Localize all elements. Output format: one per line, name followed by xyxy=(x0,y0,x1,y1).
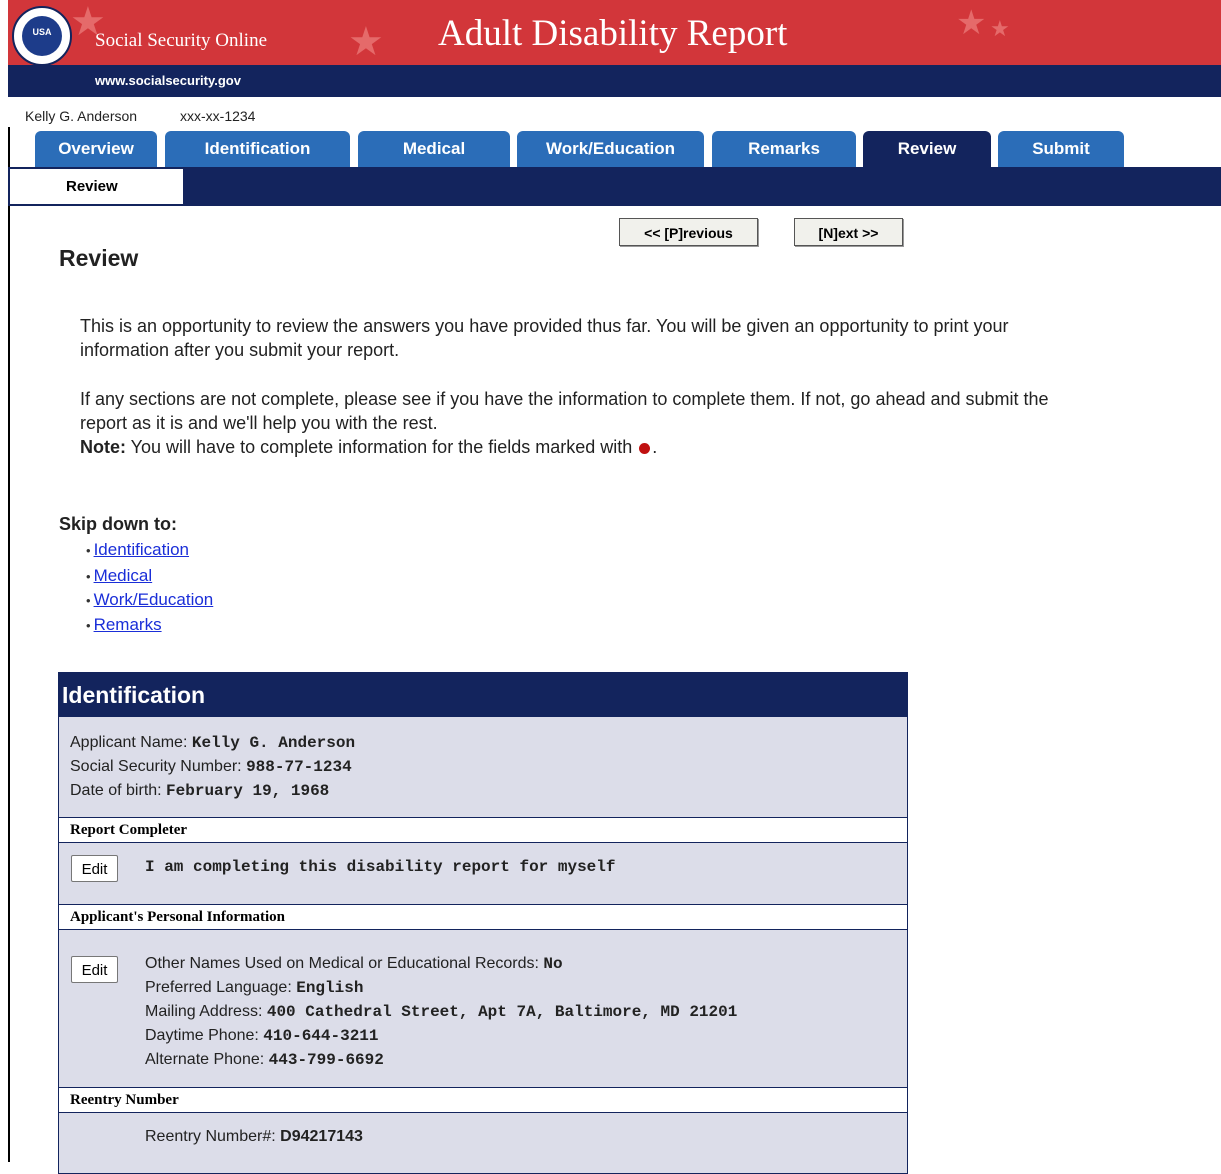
skip-link-identification[interactable]: Identification xyxy=(94,540,189,559)
language-row: Preferred Language: English xyxy=(145,976,737,1000)
daytime-phone-row: Daytime Phone: 410-644-3211 xyxy=(145,1024,737,1048)
applicant-name-row: Applicant Name: Kelly G. Anderson xyxy=(70,731,907,755)
field-label: Social Security Number: xyxy=(70,758,247,775)
ssa-seal-logo[interactable]: USA xyxy=(12,6,72,66)
personal-info-heading: Applicant's Personal Information xyxy=(59,904,907,930)
other-names-row: Other Names Used on Medical or Education… xyxy=(145,952,737,976)
report-completer-value: I am completing this disability report f… xyxy=(145,858,616,876)
note-line: Note: You will have to complete informat… xyxy=(80,435,1080,459)
skip-link-medical[interactable]: Medical xyxy=(94,566,153,585)
star-decoration: ★ xyxy=(348,20,384,64)
list-item: • Remarks xyxy=(86,615,162,635)
field-label: Preferred Language: xyxy=(145,979,297,996)
note-text: You will have to complete information fo… xyxy=(126,437,638,457)
tab-identification[interactable]: Identification xyxy=(165,131,350,167)
language-value: English xyxy=(296,979,364,997)
note-end: . xyxy=(652,437,658,457)
next-button[interactable]: [N]ext >> xyxy=(794,218,903,246)
tab-work-education[interactable]: Work/Education xyxy=(517,131,704,167)
ssn-row: Social Security Number: 988-77-1234 xyxy=(70,755,907,779)
field-label: Applicant Name: xyxy=(70,734,192,751)
field-label: Mailing Address: xyxy=(145,1003,267,1020)
page-border xyxy=(8,127,10,1162)
tab-medical[interactable]: Medical xyxy=(358,131,510,167)
tab-label: Submit xyxy=(1032,139,1090,158)
edit-personal-info-button[interactable]: Edit xyxy=(71,956,118,983)
list-item: • Medical xyxy=(86,566,152,586)
dob-row: Date of birth: February 19, 1968 xyxy=(70,779,907,803)
dob-value: February 19, 1968 xyxy=(166,782,330,800)
alternate-phone-row: Alternate Phone: 443-799-6692 xyxy=(145,1048,737,1072)
seal-text: USA xyxy=(32,27,52,37)
applicant-name-value: Kelly G. Anderson xyxy=(191,734,356,752)
field-label: Date of birth: xyxy=(70,782,167,799)
identification-section: Identification Applicant Name: Kelly G. … xyxy=(58,672,908,1174)
sub-navigation xyxy=(8,167,1221,206)
ssn-value: 988-77-1234 xyxy=(246,758,352,776)
field-label: Alternate Phone: xyxy=(145,1051,269,1068)
intro-paragraph: This is an opportunity to review the ans… xyxy=(80,316,1009,360)
other-names-value: No xyxy=(543,955,563,973)
tab-label: Identification xyxy=(204,139,311,158)
page-title: Adult Disability Report xyxy=(438,13,788,54)
tab-label: Review xyxy=(897,139,957,158)
user-name: Kelly G. Anderson xyxy=(25,108,138,124)
reentry-block: Reentry Number#: D94217143 xyxy=(59,1113,907,1173)
alternate-phone-value: 443-799-6692 xyxy=(268,1051,384,1069)
subnav-item-review[interactable]: Review xyxy=(10,169,183,204)
applicant-summary: Applicant Name: Kelly G. Anderson Social… xyxy=(59,717,907,817)
previous-button[interactable]: << [P]revious xyxy=(619,218,758,246)
list-item: • Identification xyxy=(86,540,189,560)
skip-link-work-education[interactable]: Work/Education xyxy=(94,590,214,609)
tab-remarks[interactable]: Remarks xyxy=(712,131,856,167)
section-heading: Review xyxy=(59,245,139,271)
user-ssn: xxx-xx-1234 xyxy=(180,108,256,124)
bullet-icon: • xyxy=(86,593,91,608)
edit-report-completer-button[interactable]: Edit xyxy=(71,855,118,882)
tab-review[interactable]: Review xyxy=(863,131,991,167)
identification-heading: Identification xyxy=(59,673,907,717)
brand-name[interactable]: Social Security Online xyxy=(95,30,267,52)
personal-info-block: Edit Other Names Used on Medical or Educ… xyxy=(59,930,907,1087)
report-completer-heading: Report Completer xyxy=(59,817,907,843)
star-decoration: ★ xyxy=(990,16,1010,41)
reentry-row: Reentry Number#: D94217143 xyxy=(145,1125,363,1149)
report-completer-block: Edit I am completing this disability rep… xyxy=(59,843,907,904)
bullet-icon: • xyxy=(86,618,91,633)
tab-label: Overview xyxy=(58,139,134,158)
tab-overview[interactable]: Overview xyxy=(35,131,157,167)
address-value: 400 Cathedral Street, Apt 7A, Baltimore,… xyxy=(266,1003,738,1021)
bullet-icon: • xyxy=(86,543,91,558)
instructions-paragraph: If any sections are not complete, please… xyxy=(80,389,1049,433)
field-label: Reentry Number#: xyxy=(145,1128,281,1145)
skip-link-remarks[interactable]: Remarks xyxy=(94,615,162,634)
daytime-phone-value: 410-644-3211 xyxy=(263,1027,379,1045)
skip-heading: Skip down to: xyxy=(59,514,177,534)
address-row: Mailing Address: 400 Cathedral Street, A… xyxy=(145,1000,737,1024)
tab-label: Medical xyxy=(402,139,466,158)
personal-info-fields: Other Names Used on Medical or Education… xyxy=(145,952,737,1072)
site-banner: ★ ★ ★ ★ USA Social Security Online www.s… xyxy=(8,0,1221,97)
star-decoration: ★ xyxy=(956,4,987,42)
list-item: • Work/Education xyxy=(86,590,213,610)
field-label: Daytime Phone: xyxy=(145,1027,264,1044)
tab-label: Work/Education xyxy=(545,139,676,158)
reentry-value: D94217143 xyxy=(280,1128,363,1145)
note-label: Note: xyxy=(80,437,126,457)
required-dot-icon xyxy=(639,442,651,454)
tab-label: Remarks xyxy=(748,139,820,158)
tab-submit[interactable]: Submit xyxy=(998,131,1124,167)
bullet-icon: • xyxy=(86,569,91,584)
reentry-heading: Reentry Number xyxy=(59,1087,907,1113)
field-label: Other Names Used on Medical or Education… xyxy=(145,955,544,972)
site-url[interactable]: www.socialsecurity.gov xyxy=(95,73,241,88)
